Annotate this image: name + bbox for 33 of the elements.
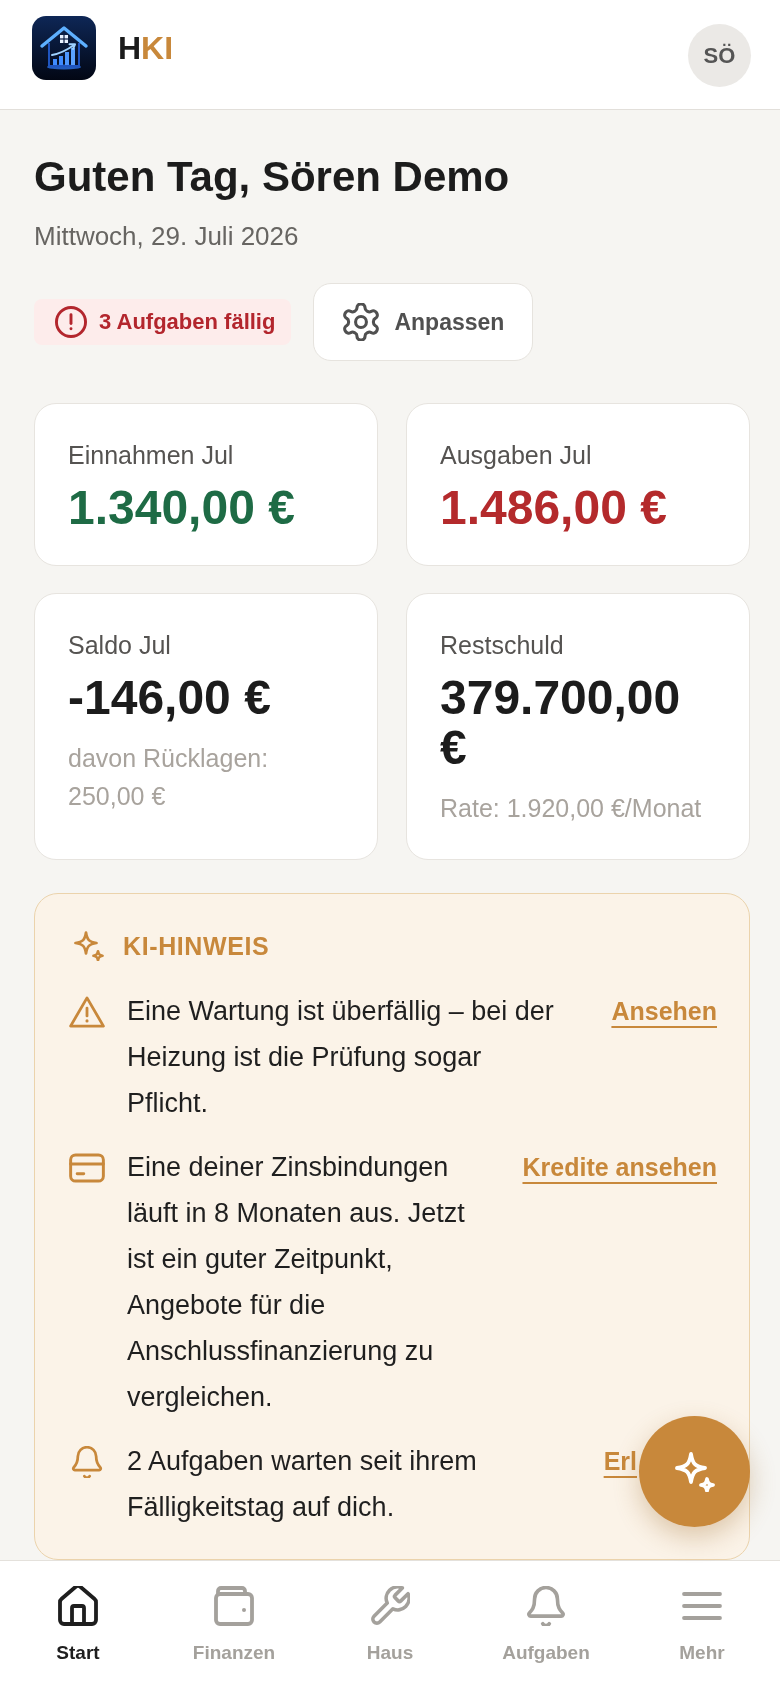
stat-label: Restschuld [440, 630, 565, 661]
stat-note: davon Rücklagen: 250,00 € [68, 743, 270, 812]
stat-value: -146,00 € [68, 673, 272, 723]
nav-tab[interactable]: Start [0, 1561, 156, 1688]
stat-label: Ausgaben Jul [440, 440, 593, 471]
nav-tab[interactable]: Aufgaben [468, 1561, 624, 1688]
hint-link[interactable]: Kredite ansehen [522, 1144, 717, 1190]
hint-link[interactable]: Ansehen [611, 988, 717, 1034]
sparkle-icon [74, 931, 104, 961]
nav-tab[interactable]: Haus [312, 1561, 468, 1688]
stat-label: Einnahmen Jul [68, 440, 235, 471]
ai-hint-title: KI-HINWEIS [123, 931, 270, 962]
stat-value: 379.700,00 € [440, 673, 682, 773]
sparkle-icon [674, 1451, 715, 1492]
nav-tab[interactable]: Mehr [624, 1561, 780, 1688]
hint-text: 2 Aufgaben warten seit ihrem Fälligkeitstag auf dich. [127, 1445, 478, 1524]
nav-tab[interactable]: Finanzen [156, 1561, 312, 1688]
hint-text: Eine Wartung ist überfällig – bei der Heizung ist die Prüfung sogar Pflicht. [127, 995, 555, 1120]
app-name: HKI [118, 29, 174, 68]
hint-link[interactable]: Erl [603, 1438, 637, 1484]
stat-value: 1.340,00 € [68, 483, 296, 533]
customize-button[interactable]: Anpassen [313, 283, 534, 361]
date-text: Mittwoch, 29. Juli 2026 [34, 220, 300, 253]
due-tasks-badge[interactable]: 3 Aufgaben fällig [34, 299, 292, 345]
stat-label: Saldo Jul [68, 630, 172, 661]
avatar-button[interactable]: SÖ [688, 24, 751, 87]
hint-text: Eine deiner Zinsbindungen läuft in 8 Monaten aus. Jetzt ist ein guter Zeitpunkt, Angebote für die Anschlussfinanzierung zu vergleichen. [127, 1151, 466, 1414]
stat-value: 1.486,00 € [440, 483, 668, 533]
house-chart-logo-icon [32, 16, 96, 80]
stat-note: Rate: 1.920,00 €/Monat [440, 793, 703, 824]
settings-icon [342, 303, 381, 341]
greeting-title: Guten Tag, Sören Demo [34, 152, 511, 202]
alert-icon [55, 306, 87, 338]
